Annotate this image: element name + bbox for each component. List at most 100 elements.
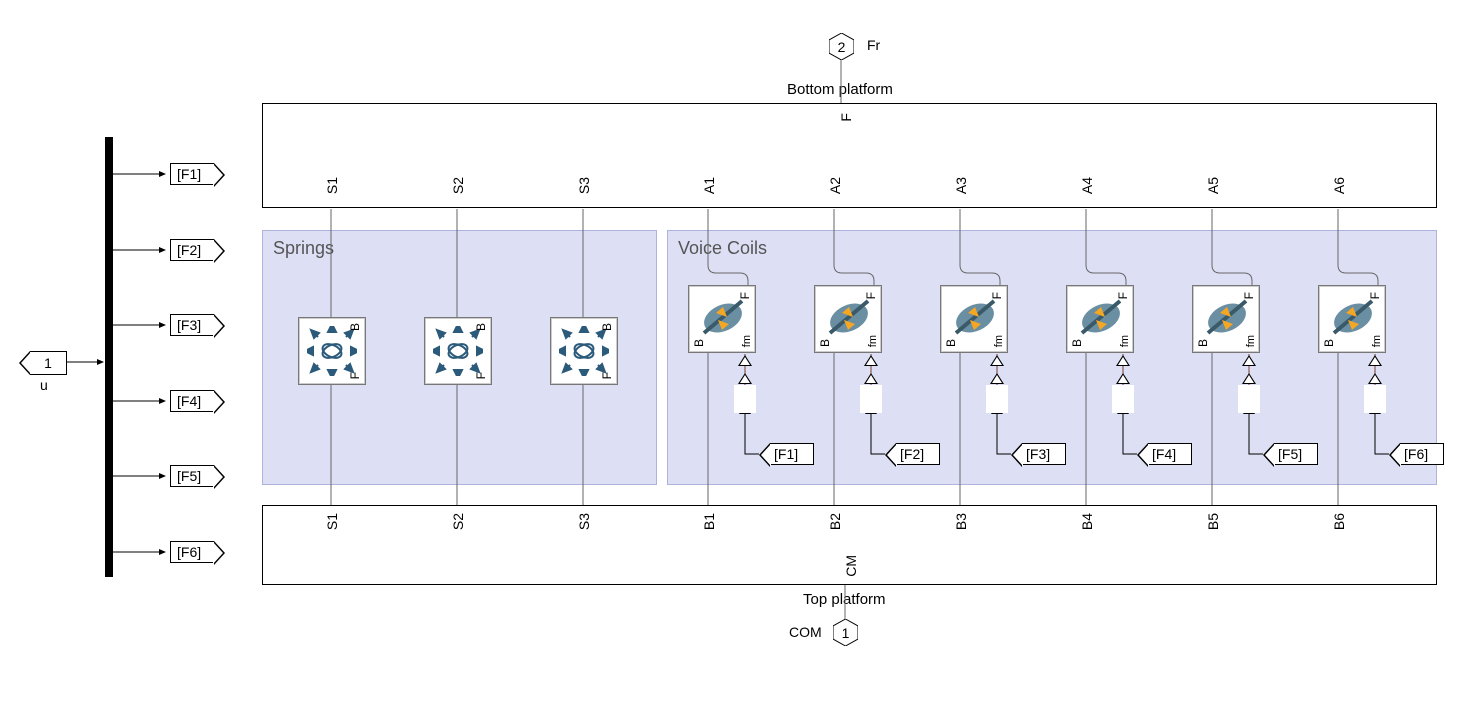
top-platform-title: Top platform: [803, 591, 886, 608]
goto-f3[interactable]: [F3]: [170, 314, 214, 336]
vc1-port-fm: fm: [741, 335, 753, 347]
open-arrow-icon: [1116, 373, 1130, 384]
sl-converter-2: [860, 385, 882, 413]
bottom-platform-a5: A5: [1205, 177, 1221, 197]
bottom-platform-a2: A2: [827, 177, 843, 197]
bottom-platform-s2: S2: [450, 177, 466, 197]
goto-f1-label: [F1]: [177, 166, 201, 182]
spring-block-2[interactable]: B F: [424, 317, 492, 385]
outport-com-num: 1: [842, 625, 850, 641]
spring-block-1[interactable]: B F: [298, 317, 366, 385]
from-f2-label: [F2]: [900, 446, 924, 462]
top-platform-b3: B3: [953, 513, 969, 533]
from-f1[interactable]: [F1]: [770, 443, 814, 465]
spring2-port-b: B: [474, 323, 488, 331]
outport-fr[interactable]: 2: [829, 33, 854, 60]
goto-f4-label: [F4]: [177, 393, 201, 409]
diagram-canvas: 1 u [F1] [F2] [F3] [F4] [F5] [F6] 2 Fr B…: [15, 15, 1445, 675]
outport-fr-num: 2: [838, 39, 846, 55]
open-arrow-icon: [864, 373, 878, 384]
from-f2[interactable]: [F2]: [896, 443, 940, 465]
from-f6-label: [F6]: [1404, 446, 1428, 462]
outport-com[interactable]: 1: [833, 619, 858, 646]
open-arrow-icon: [990, 373, 1004, 384]
sl-converter-5: [1238, 385, 1260, 413]
vc1-port-f: F: [738, 292, 752, 299]
spring3-port-f: F: [600, 372, 614, 379]
outport-com-label: COM: [789, 624, 822, 640]
top-platform-b5: B5: [1205, 513, 1221, 533]
vc3-port-b: B: [944, 339, 958, 347]
voice-coil-block-6[interactable]: B F fm: [1318, 285, 1386, 353]
goto-f5[interactable]: [F5]: [170, 465, 214, 487]
open-arrow-icon: [1368, 355, 1382, 366]
voice-coil-block-4[interactable]: B F fm: [1066, 285, 1134, 353]
goto-f2-label: [F2]: [177, 242, 201, 258]
inport-u[interactable]: 1: [30, 351, 67, 375]
open-arrow-icon: [1116, 355, 1130, 366]
spring2-port-f: F: [474, 372, 488, 379]
open-arrow-icon: [990, 355, 1004, 366]
voice-coil-block-1[interactable]: B F fm: [688, 285, 756, 353]
vc6-port-fm: fm: [1371, 335, 1383, 347]
voice-coils-title: Voice Coils: [678, 238, 767, 259]
voice-coil-block-5[interactable]: B F fm: [1192, 285, 1260, 353]
sl-converter-3: [986, 385, 1008, 413]
open-arrow-icon: [1242, 355, 1256, 366]
vc5-port-f: F: [1242, 292, 1256, 299]
top-platform-s2: S2: [450, 513, 466, 533]
goto-f2[interactable]: [F2]: [170, 239, 214, 261]
vc5-port-fm: fm: [1245, 335, 1257, 347]
bottom-platform-port-f: F: [838, 109, 854, 125]
open-arrow-icon: [864, 355, 878, 366]
top-platform-s3: S3: [576, 513, 592, 533]
vc4-port-b: B: [1070, 339, 1084, 347]
bottom-platform-a3: A3: [953, 177, 969, 197]
from-f4[interactable]: [F4]: [1148, 443, 1192, 465]
outport-fr-label: Fr: [867, 37, 880, 53]
bottom-platform-s3: S3: [576, 177, 592, 197]
from-f6[interactable]: [F6]: [1400, 443, 1444, 465]
vc3-port-f: F: [990, 292, 1004, 299]
vc6-port-b: B: [1322, 339, 1336, 347]
from-f3-label: [F3]: [1026, 446, 1050, 462]
from-f3[interactable]: [F3]: [1022, 443, 1066, 465]
goto-f6-label: [F6]: [177, 544, 201, 560]
from-f5-label: [F5]: [1278, 446, 1302, 462]
demux[interactable]: [105, 137, 113, 577]
bottom-platform-a1: A1: [701, 177, 717, 197]
from-f1-label: [F1]: [774, 446, 798, 462]
spring1-port-f: F: [348, 372, 362, 379]
goto-f1[interactable]: [F1]: [170, 163, 214, 185]
from-f5[interactable]: [F5]: [1274, 443, 1318, 465]
vc5-port-b: B: [1196, 339, 1210, 347]
voice-coil-block-3[interactable]: B F fm: [940, 285, 1008, 353]
top-platform-b2: B2: [827, 513, 843, 533]
goto-f6[interactable]: [F6]: [170, 541, 214, 563]
spring-block-3[interactable]: B F: [550, 317, 618, 385]
spring3-port-b: B: [600, 323, 614, 331]
top-platform-b4: B4: [1079, 513, 1095, 533]
goto-f4[interactable]: [F4]: [170, 390, 214, 412]
bottom-platform-s1: S1: [324, 177, 340, 197]
voice-coil-block-2[interactable]: B F fm: [814, 285, 882, 353]
springs-title: Springs: [273, 238, 334, 259]
goto-f5-label: [F5]: [177, 468, 201, 484]
inport-u-label: u: [40, 377, 48, 393]
vc2-port-fm: fm: [867, 335, 879, 347]
sl-converter-1: [734, 385, 756, 413]
bottom-platform-a6: A6: [1331, 177, 1347, 197]
vc2-port-f: F: [864, 292, 878, 299]
vc6-port-f: F: [1368, 292, 1382, 299]
open-arrow-icon: [738, 373, 752, 384]
top-platform-port-cm: CM: [843, 555, 859, 580]
inport-u-num: 1: [44, 355, 52, 371]
vc4-port-f: F: [1116, 292, 1130, 299]
top-platform-b6: B6: [1331, 513, 1347, 533]
goto-f3-label: [F3]: [177, 317, 201, 333]
vc2-port-b: B: [818, 339, 832, 347]
sl-converter-4: [1112, 385, 1134, 413]
top-platform-b1: B1: [701, 513, 717, 533]
vc3-port-fm: fm: [993, 335, 1005, 347]
top-platform-s1: S1: [324, 513, 340, 533]
